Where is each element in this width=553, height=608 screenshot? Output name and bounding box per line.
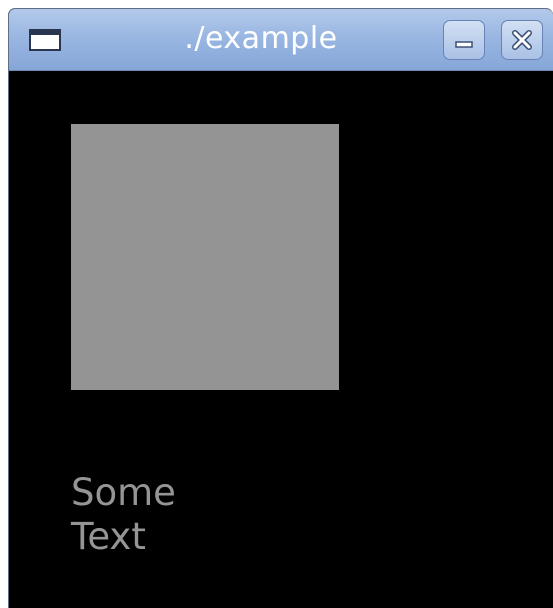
minimize-button[interactable] <box>443 20 485 60</box>
window-title: ./example <box>184 21 338 56</box>
window-icon[interactable] <box>29 29 61 51</box>
title-bar[interactable]: ./example <box>9 9 553 71</box>
app-window: ./example Some Text <box>8 8 553 608</box>
close-icon <box>512 30 532 50</box>
minimize-icon <box>455 41 473 48</box>
canvas-area: Some Text <box>9 71 553 608</box>
some-text-label: Some Text <box>71 471 176 559</box>
text-line-1: Some <box>71 471 176 514</box>
gray-square <box>71 124 339 390</box>
close-button[interactable] <box>501 20 543 60</box>
text-line-2: Text <box>71 515 146 558</box>
